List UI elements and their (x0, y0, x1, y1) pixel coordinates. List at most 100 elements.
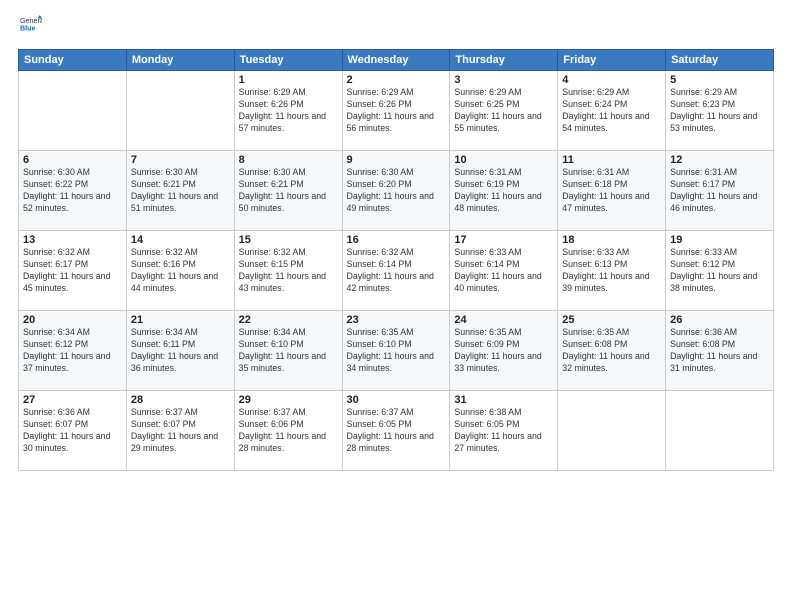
day-number: 12 (670, 154, 769, 166)
calendar-cell: 24Sunrise: 6:35 AM Sunset: 6:09 PM Dayli… (450, 311, 558, 391)
day-number: 22 (239, 314, 338, 326)
day-number: 11 (562, 154, 661, 166)
calendar-cell: 27Sunrise: 6:36 AM Sunset: 6:07 PM Dayli… (19, 391, 127, 471)
day-info: Sunrise: 6:33 AM Sunset: 6:13 PM Dayligh… (562, 247, 661, 295)
day-info: Sunrise: 6:30 AM Sunset: 6:20 PM Dayligh… (347, 167, 446, 215)
calendar-cell: 4Sunrise: 6:29 AM Sunset: 6:24 PM Daylig… (558, 71, 666, 151)
day-number: 15 (239, 234, 338, 246)
day-number: 5 (670, 74, 769, 86)
day-number: 16 (347, 234, 446, 246)
day-number: 13 (23, 234, 122, 246)
calendar-cell: 12Sunrise: 6:31 AM Sunset: 6:17 PM Dayli… (666, 151, 774, 231)
weekday-header: Monday (126, 50, 234, 71)
day-number: 3 (454, 74, 553, 86)
day-number: 1 (239, 74, 338, 86)
calendar-cell: 31Sunrise: 6:38 AM Sunset: 6:05 PM Dayli… (450, 391, 558, 471)
calendar-cell: 26Sunrise: 6:36 AM Sunset: 6:08 PM Dayli… (666, 311, 774, 391)
calendar-cell: 15Sunrise: 6:32 AM Sunset: 6:15 PM Dayli… (234, 231, 342, 311)
day-info: Sunrise: 6:31 AM Sunset: 6:18 PM Dayligh… (562, 167, 661, 215)
day-number: 29 (239, 394, 338, 406)
day-info: Sunrise: 6:33 AM Sunset: 6:14 PM Dayligh… (454, 247, 553, 295)
day-number: 10 (454, 154, 553, 166)
calendar-cell: 5Sunrise: 6:29 AM Sunset: 6:23 PM Daylig… (666, 71, 774, 151)
calendar-cell: 3Sunrise: 6:29 AM Sunset: 6:25 PM Daylig… (450, 71, 558, 151)
calendar-cell: 14Sunrise: 6:32 AM Sunset: 6:16 PM Dayli… (126, 231, 234, 311)
calendar-cell: 6Sunrise: 6:30 AM Sunset: 6:22 PM Daylig… (19, 151, 127, 231)
day-number: 7 (131, 154, 230, 166)
calendar-cell: 28Sunrise: 6:37 AM Sunset: 6:07 PM Dayli… (126, 391, 234, 471)
day-info: Sunrise: 6:30 AM Sunset: 6:22 PM Dayligh… (23, 167, 122, 215)
weekday-header: Thursday (450, 50, 558, 71)
day-number: 24 (454, 314, 553, 326)
day-number: 14 (131, 234, 230, 246)
calendar-cell: 18Sunrise: 6:33 AM Sunset: 6:13 PM Dayli… (558, 231, 666, 311)
calendar-cell: 20Sunrise: 6:34 AM Sunset: 6:12 PM Dayli… (19, 311, 127, 391)
calendar-cell: 10Sunrise: 6:31 AM Sunset: 6:19 PM Dayli… (450, 151, 558, 231)
day-number: 21 (131, 314, 230, 326)
day-info: Sunrise: 6:32 AM Sunset: 6:17 PM Dayligh… (23, 247, 122, 295)
day-number: 9 (347, 154, 446, 166)
day-number: 17 (454, 234, 553, 246)
day-info: Sunrise: 6:36 AM Sunset: 6:08 PM Dayligh… (670, 327, 769, 375)
weekday-header: Friday (558, 50, 666, 71)
day-number: 2 (347, 74, 446, 86)
day-info: Sunrise: 6:29 AM Sunset: 6:26 PM Dayligh… (347, 87, 446, 135)
calendar-cell: 21Sunrise: 6:34 AM Sunset: 6:11 PM Dayli… (126, 311, 234, 391)
day-info: Sunrise: 6:35 AM Sunset: 6:10 PM Dayligh… (347, 327, 446, 375)
weekday-header: Wednesday (342, 50, 450, 71)
logo: General Blue (18, 14, 42, 41)
day-info: Sunrise: 6:37 AM Sunset: 6:06 PM Dayligh… (239, 407, 338, 455)
calendar-cell: 30Sunrise: 6:37 AM Sunset: 6:05 PM Dayli… (342, 391, 450, 471)
day-number: 6 (23, 154, 122, 166)
day-number: 30 (347, 394, 446, 406)
day-info: Sunrise: 6:29 AM Sunset: 6:23 PM Dayligh… (670, 87, 769, 135)
svg-text:Blue: Blue (20, 25, 36, 33)
calendar-cell (19, 71, 127, 151)
day-info: Sunrise: 6:34 AM Sunset: 6:10 PM Dayligh… (239, 327, 338, 375)
calendar-cell: 8Sunrise: 6:30 AM Sunset: 6:21 PM Daylig… (234, 151, 342, 231)
calendar-cell: 17Sunrise: 6:33 AM Sunset: 6:14 PM Dayli… (450, 231, 558, 311)
day-info: Sunrise: 6:30 AM Sunset: 6:21 PM Dayligh… (239, 167, 338, 215)
day-info: Sunrise: 6:31 AM Sunset: 6:19 PM Dayligh… (454, 167, 553, 215)
calendar-cell: 25Sunrise: 6:35 AM Sunset: 6:08 PM Dayli… (558, 311, 666, 391)
day-info: Sunrise: 6:37 AM Sunset: 6:05 PM Dayligh… (347, 407, 446, 455)
calendar-cell: 22Sunrise: 6:34 AM Sunset: 6:10 PM Dayli… (234, 311, 342, 391)
day-info: Sunrise: 6:29 AM Sunset: 6:24 PM Dayligh… (562, 87, 661, 135)
day-info: Sunrise: 6:38 AM Sunset: 6:05 PM Dayligh… (454, 407, 553, 455)
calendar-cell (126, 71, 234, 151)
calendar-cell: 19Sunrise: 6:33 AM Sunset: 6:12 PM Dayli… (666, 231, 774, 311)
day-number: 18 (562, 234, 661, 246)
day-info: Sunrise: 6:36 AM Sunset: 6:07 PM Dayligh… (23, 407, 122, 455)
day-info: Sunrise: 6:34 AM Sunset: 6:11 PM Dayligh… (131, 327, 230, 375)
calendar-table: SundayMondayTuesdayWednesdayThursdayFrid… (18, 49, 774, 471)
day-info: Sunrise: 6:32 AM Sunset: 6:16 PM Dayligh… (131, 247, 230, 295)
day-info: Sunrise: 6:29 AM Sunset: 6:26 PM Dayligh… (239, 87, 338, 135)
day-number: 27 (23, 394, 122, 406)
day-info: Sunrise: 6:33 AM Sunset: 6:12 PM Dayligh… (670, 247, 769, 295)
day-number: 23 (347, 314, 446, 326)
day-info: Sunrise: 6:30 AM Sunset: 6:21 PM Dayligh… (131, 167, 230, 215)
day-info: Sunrise: 6:32 AM Sunset: 6:14 PM Dayligh… (347, 247, 446, 295)
day-number: 19 (670, 234, 769, 246)
calendar-cell: 7Sunrise: 6:30 AM Sunset: 6:21 PM Daylig… (126, 151, 234, 231)
day-info: Sunrise: 6:31 AM Sunset: 6:17 PM Dayligh… (670, 167, 769, 215)
day-info: Sunrise: 6:35 AM Sunset: 6:08 PM Dayligh… (562, 327, 661, 375)
day-info: Sunrise: 6:29 AM Sunset: 6:25 PM Dayligh… (454, 87, 553, 135)
calendar-cell: 29Sunrise: 6:37 AM Sunset: 6:06 PM Dayli… (234, 391, 342, 471)
calendar-page: General Blue SundayMondayTuesdayWednesda… (0, 0, 792, 612)
day-number: 31 (454, 394, 553, 406)
calendar-cell (558, 391, 666, 471)
day-number: 4 (562, 74, 661, 86)
day-number: 20 (23, 314, 122, 326)
day-number: 8 (239, 154, 338, 166)
weekday-header: Tuesday (234, 50, 342, 71)
calendar-cell: 2Sunrise: 6:29 AM Sunset: 6:26 PM Daylig… (342, 71, 450, 151)
calendar-cell: 1Sunrise: 6:29 AM Sunset: 6:26 PM Daylig… (234, 71, 342, 151)
calendar-cell (666, 391, 774, 471)
calendar-cell: 13Sunrise: 6:32 AM Sunset: 6:17 PM Dayli… (19, 231, 127, 311)
day-info: Sunrise: 6:32 AM Sunset: 6:15 PM Dayligh… (239, 247, 338, 295)
weekday-header: Sunday (19, 50, 127, 71)
day-number: 25 (562, 314, 661, 326)
day-info: Sunrise: 6:34 AM Sunset: 6:12 PM Dayligh… (23, 327, 122, 375)
day-number: 26 (670, 314, 769, 326)
